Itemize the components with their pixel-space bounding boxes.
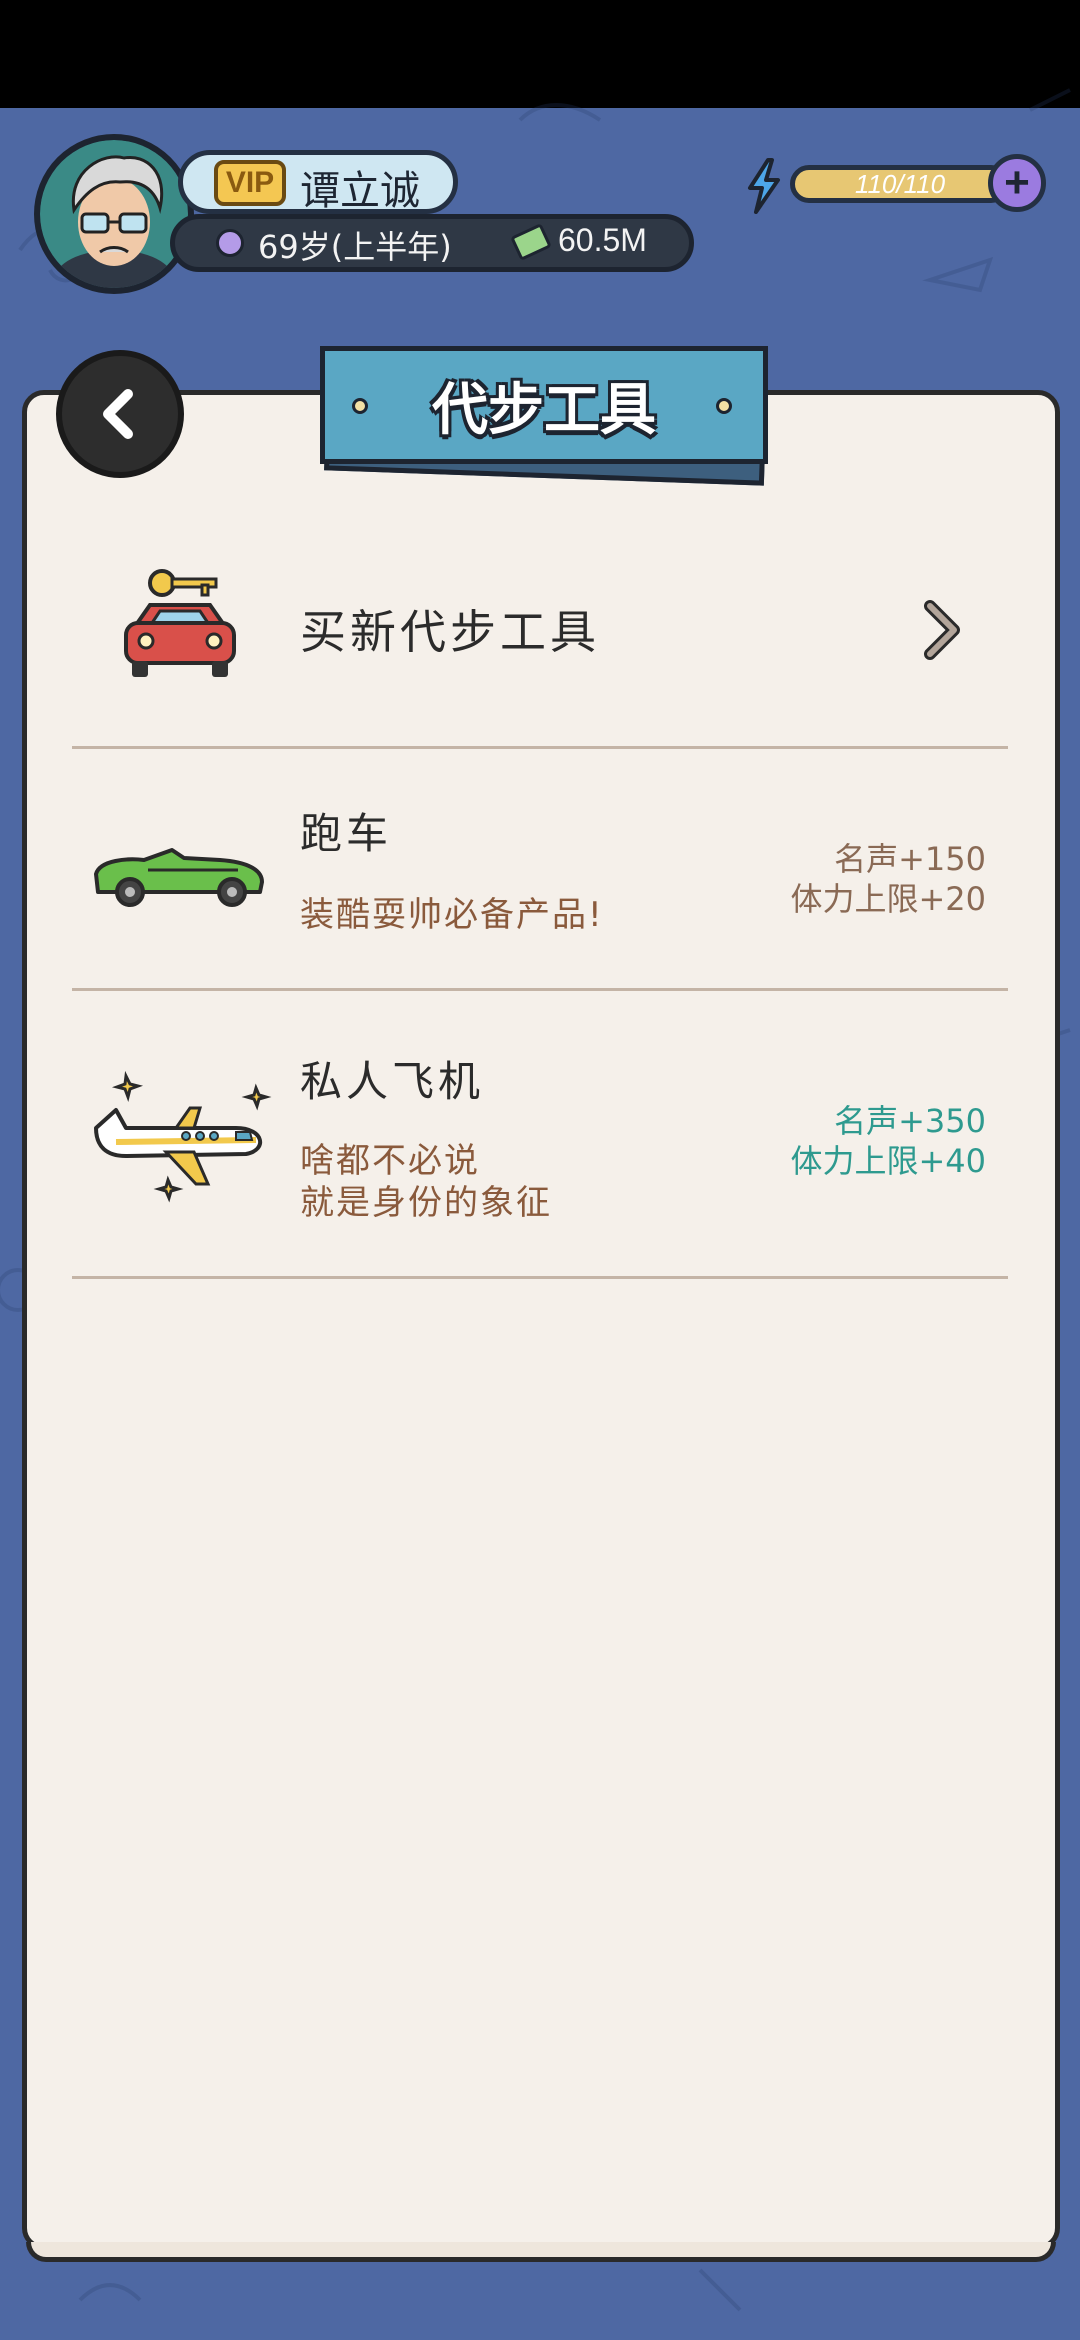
- row-divider: [72, 988, 1008, 991]
- stamina-cap-bonus: 体力上限+20: [790, 880, 986, 918]
- energy-value: 110/110: [854, 168, 946, 199]
- add-energy-button[interactable]: +: [988, 154, 1046, 212]
- lightning-bolt-icon: [748, 158, 780, 214]
- vehicle-name: 跑车: [300, 809, 393, 858]
- chevron-left-icon: [103, 389, 133, 439]
- vehicle-name: 私人飞机: [300, 1057, 485, 1106]
- page-title: 代步工具: [432, 377, 656, 443]
- old-man-avatar-icon: [40, 140, 188, 288]
- vehicle-description-line-1: 啥都不必说: [300, 1141, 480, 1181]
- buy-new-vehicle-label: 买新代步工具: [300, 605, 600, 659]
- clock-icon: [216, 229, 244, 257]
- vip-badge[interactable]: VIP: [214, 160, 286, 206]
- row-divider: [72, 1276, 1008, 1279]
- car-with-key-icon: [124, 569, 236, 677]
- player-name: 谭立诚: [300, 168, 420, 214]
- row-divider: [72, 746, 1008, 749]
- back-button[interactable]: [56, 350, 184, 478]
- sports-car-icon: [94, 848, 264, 907]
- vehicle-description-line-2: 就是身份的象征: [300, 1183, 552, 1223]
- player-age: 69岁(上半年): [258, 228, 452, 266]
- chevron-right-icon[interactable]: [920, 600, 964, 660]
- stamina-cap-bonus: 体力上限+40: [790, 1142, 986, 1180]
- player-avatar[interactable]: [34, 134, 194, 294]
- vehicle-description: 装酷耍帅必备产品!: [300, 895, 604, 935]
- panel-bottom-edge: [26, 2242, 1056, 2262]
- player-money: 60.5M: [558, 222, 647, 258]
- private-jet-icon: [94, 1070, 272, 1203]
